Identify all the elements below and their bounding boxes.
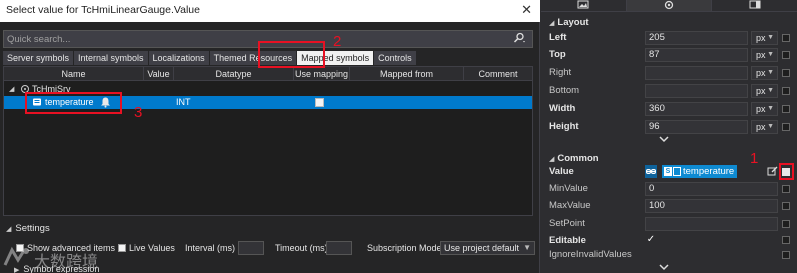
right-input[interactable] — [645, 66, 748, 80]
edit-binding-icon[interactable] — [767, 166, 778, 180]
interval-input[interactable] — [238, 241, 264, 255]
use-mapping-checkbox[interactable] — [315, 96, 324, 109]
live-values-checkbox[interactable]: Live Values — [118, 241, 175, 255]
quick-search-input[interactable] — [7, 32, 507, 46]
watermark-text: 大数跨境 — [34, 252, 99, 271]
expand-chevron-icon[interactable] — [659, 135, 669, 145]
expand-common-chevron-icon[interactable] — [659, 263, 669, 273]
ignoreinvalidvalues-label: IgnoreInvalidValues — [549, 249, 632, 260]
symbol-chip-list-icon — [673, 167, 681, 176]
maxvalue-label: MaxValue — [549, 200, 591, 211]
column-datatype[interactable]: Datatype — [174, 67, 294, 81]
value-binding-field[interactable]: S temperature — [645, 165, 765, 179]
top-binding-marker[interactable] — [782, 51, 790, 59]
collapse-triangle-icon[interactable]: ◢ — [9, 83, 14, 96]
column-mapped-from[interactable]: Mapped from — [350, 67, 464, 81]
subscription-mode-select[interactable]: Use project default ▼ — [440, 241, 535, 255]
column-comment[interactable]: Comment — [464, 67, 532, 81]
minvalue-binding-marker[interactable] — [782, 185, 790, 193]
bottom-input[interactable] — [645, 84, 748, 98]
minvalue-input[interactable]: 0 — [645, 182, 778, 196]
settings-header[interactable]: ◢ Settings — [6, 223, 50, 234]
top-label: Top — [549, 49, 566, 60]
annotation-number-3: 3 — [134, 104, 143, 121]
width-input[interactable]: 360 — [645, 102, 748, 116]
dialog-titlebar: Select value for TcHmiLinearGauge.Value … — [0, 0, 540, 22]
right-unit-select[interactable]: px ▼ — [751, 66, 778, 80]
bottom-binding-marker[interactable] — [782, 87, 790, 95]
close-icon[interactable]: ✕ — [521, 2, 532, 18]
annotation-number-2: 2 — [333, 33, 342, 50]
layout-icon[interactable] — [712, 0, 797, 12]
annotation-number-1: 1 — [750, 150, 759, 167]
chevron-down-icon: ▼ — [523, 243, 531, 252]
top-unit-select[interactable]: px ▼ — [751, 48, 778, 62]
symbol-grid: Name Value Datatype Use mapping Mapped f… — [3, 66, 533, 216]
interval-label: Interval (ms) — [185, 243, 236, 253]
link-icon[interactable] — [645, 165, 657, 178]
symbol-source-tabs: Server symbols Internal symbols Localiza… — [3, 51, 417, 65]
setpoint-label: SetPoint — [549, 218, 585, 229]
width-label: Width — [549, 103, 576, 114]
tab-server-symbols[interactable]: Server symbols — [3, 51, 74, 65]
editable-checkbox[interactable]: ✓ — [645, 234, 657, 246]
tab-internal-symbols[interactable]: Internal symbols — [74, 51, 148, 65]
setpoint-input[interactable] — [645, 217, 778, 231]
left-unit-select[interactable]: px ▼ — [751, 31, 778, 45]
minvalue-label: MinValue — [549, 183, 588, 194]
server-symbol-icon: S — [664, 167, 672, 176]
settings-icon[interactable] — [626, 0, 713, 12]
right-binding-marker[interactable] — [782, 69, 790, 77]
ignoreinvalidvalues-binding-marker[interactable] — [782, 251, 790, 259]
maxvalue-binding-marker[interactable] — [782, 202, 790, 210]
watermark-logo: 大数跨境 — [2, 246, 112, 271]
maxvalue-input[interactable]: 100 — [645, 199, 778, 213]
bottom-label: Bottom — [549, 85, 580, 96]
timeout-input[interactable] — [326, 241, 352, 255]
height-binding-marker[interactable] — [782, 123, 790, 131]
left-input[interactable]: 205 — [645, 31, 748, 45]
properties-tab-strip — [541, 0, 797, 12]
editable-binding-marker[interactable] — [782, 236, 790, 244]
grid-header: Name Value Datatype Use mapping Mapped f… — [4, 67, 532, 81]
value-label: Value — [549, 166, 574, 177]
column-use-mapping[interactable]: Use mapping — [294, 67, 350, 81]
value-symbol-name: temperature — [683, 166, 735, 177]
value-symbol-chip[interactable]: S temperature — [662, 165, 738, 178]
symbol-datatype: INT — [176, 97, 191, 107]
properties-panel: ◢ Layout Left 205 px ▼ Top 87 px ▼ Right px… — [541, 0, 797, 273]
tab-localizations[interactable]: Localizations — [148, 51, 209, 65]
dialog-title: Select value for TcHmiLinearGauge.Value — [6, 4, 200, 16]
height-input[interactable]: 96 — [645, 120, 748, 134]
left-label: Left — [549, 32, 567, 43]
subscription-mode-label: Subscription Mode: — [367, 243, 445, 253]
left-binding-marker[interactable] — [782, 34, 790, 42]
tab-controls[interactable]: Controls — [374, 51, 416, 65]
height-label: Height — [549, 121, 579, 132]
layout-section-header[interactable]: ◢ Layout — [549, 17, 589, 28]
annotation-box-temperature — [25, 92, 122, 114]
top-input[interactable]: 87 — [645, 48, 748, 62]
right-label: Right — [549, 67, 572, 78]
image-icon[interactable] — [541, 0, 627, 12]
height-unit-select[interactable]: px ▼ — [751, 120, 778, 134]
column-value[interactable]: Value — [144, 67, 174, 81]
bottom-unit-select[interactable]: px ▼ — [751, 84, 778, 98]
width-binding-marker[interactable] — [782, 105, 790, 113]
ignoreinvalidvalues-checkbox[interactable] — [645, 249, 657, 261]
annotation-box-value-binding — [779, 163, 794, 180]
annotation-box-mapped-symbols — [258, 41, 325, 68]
column-name[interactable]: Name — [4, 67, 144, 81]
timeout-label: Timeout (ms) — [275, 243, 328, 253]
common-section-header[interactable]: ◢ Common — [549, 153, 599, 164]
width-unit-select[interactable]: px ▼ — [751, 102, 778, 116]
setpoint-binding-marker[interactable] — [782, 220, 790, 228]
search-icon[interactable] — [512, 32, 528, 46]
